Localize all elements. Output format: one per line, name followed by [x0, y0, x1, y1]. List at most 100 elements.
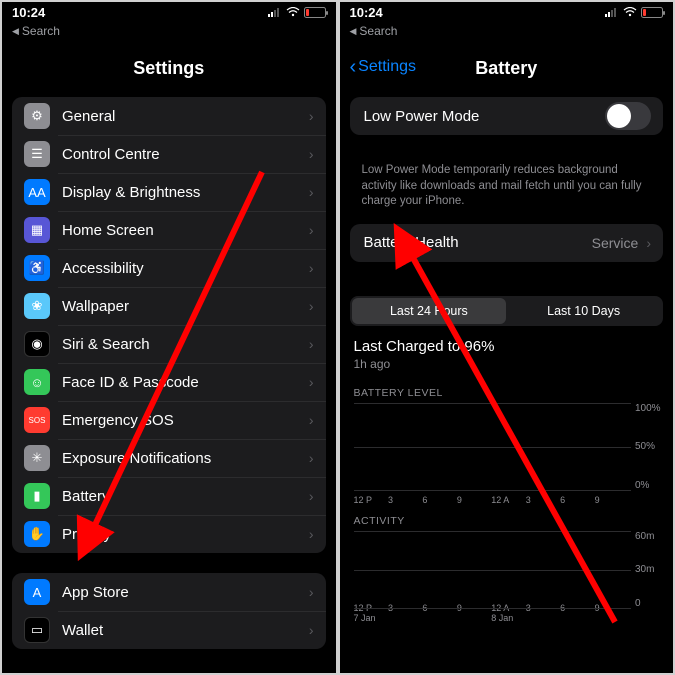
- battery-health-label: Battery Health: [364, 234, 592, 251]
- row-label: App Store: [62, 584, 309, 601]
- chevron-right-icon: ›: [309, 222, 314, 238]
- ytick: 0%: [635, 480, 661, 491]
- chevron-right-icon: ›: [309, 450, 314, 466]
- page-title: Settings: [2, 44, 336, 97]
- page-title: ‹ Settings Battery: [340, 44, 674, 97]
- battery-level-chart: 100% 50% 0% 12 P36912 A369: [354, 403, 660, 505]
- low-power-label: Low Power Mode: [364, 108, 606, 125]
- settings-screen: 10:24 ◀ Search Settings ⚙General›☰Contro…: [2, 2, 336, 673]
- status-icons: [605, 5, 663, 20]
- settings-group-main: ⚙General›☰Control Centre›AADisplay & Bri…: [12, 97, 326, 553]
- activity-title: ACTIVITY: [340, 509, 674, 531]
- chevron-left-icon: ‹: [350, 60, 357, 74]
- settings-row-emergency-sos[interactable]: SOSEmergency SOS›: [12, 401, 326, 439]
- row-label: Home Screen: [62, 222, 309, 239]
- row-label: Display & Brightness: [62, 184, 309, 201]
- ytick: 30m: [635, 564, 661, 575]
- time-range-segment[interactable]: Last 24 Hours Last 10 Days: [350, 296, 664, 326]
- breadcrumb-back[interactable]: ◀ Search: [2, 22, 336, 44]
- breadcrumb-label: Search: [359, 24, 397, 38]
- battery-health-group: Battery Health Service ›: [350, 224, 664, 262]
- chevron-right-icon: ›: [309, 108, 314, 124]
- chevron-right-icon: ›: [309, 336, 314, 352]
- settings-row-wallpaper[interactable]: ❀Wallpaper›: [12, 287, 326, 325]
- wallet-icon: ▭: [24, 617, 50, 643]
- switches-icon: ☰: [24, 141, 50, 167]
- chevron-right-icon: ›: [309, 412, 314, 428]
- date-tick: 8 Jan: [491, 613, 525, 623]
- xtick: 6: [560, 495, 594, 505]
- grid-icon: ▦: [24, 217, 50, 243]
- row-label: Wallet: [62, 622, 309, 639]
- settings-row-home-screen[interactable]: ▦ Home Screen›: [12, 211, 326, 249]
- xtick: 9: [457, 495, 491, 505]
- gear-icon: ⚙: [24, 103, 50, 129]
- segment-10d[interactable]: Last 10 Days: [506, 298, 661, 324]
- accessibility-icon: ♿: [24, 255, 50, 281]
- battery-health-value: Service: [592, 235, 639, 251]
- battery-health-row[interactable]: Battery Health Service ›: [350, 224, 664, 262]
- chevron-right-icon: ›: [309, 584, 314, 600]
- flower-icon: ❀: [24, 293, 50, 319]
- battery-status-icon: [304, 7, 326, 18]
- row-label: Privacy: [62, 526, 309, 543]
- caret-left-icon: ◀: [12, 26, 19, 37]
- date-tick: 7 Jan: [354, 613, 388, 623]
- brightness-icon: AA: [24, 179, 50, 205]
- status-time: 10:24: [350, 5, 383, 20]
- last-charged-sub: 1h ago: [340, 355, 674, 381]
- settings-row-privacy[interactable]: ✋ Privacy›: [12, 515, 326, 553]
- chevron-right-icon: ›: [309, 526, 314, 542]
- battery-status-icon: [641, 7, 663, 18]
- siri-icon: ◉: [24, 331, 50, 357]
- battery-screen: 10:24 ◀ Search ‹ Settings Battery Low Po…: [340, 2, 674, 673]
- settings-row-accessibility[interactable]: ♿Accessibility›: [12, 249, 326, 287]
- xtick: 6: [422, 495, 456, 505]
- settings-group-store: AApp Store›▭Wallet›: [12, 573, 326, 649]
- row-label: General: [62, 108, 309, 125]
- caret-left-icon: ◀: [350, 26, 357, 37]
- xtick: 3: [526, 495, 560, 505]
- settings-row-app-store[interactable]: A App Store›: [12, 573, 326, 611]
- status-time: 10:24: [12, 5, 45, 20]
- nav-back-settings[interactable]: ‹ Settings: [350, 58, 416, 76]
- cellular-icon: [268, 7, 282, 17]
- exposure-icon: ✳: [24, 445, 50, 471]
- breadcrumb-label: Search: [22, 24, 60, 38]
- cellular-icon: [605, 7, 619, 17]
- activity-chart: 60m 30m 0 12 P36912 A369 7 Jan 8 Jan: [354, 531, 660, 623]
- settings-row-face-id-passcode[interactable]: ☺Face ID & Passcode›: [12, 363, 326, 401]
- settings-row-wallet[interactable]: ▭ Wallet›: [12, 611, 326, 649]
- settings-row-control-centre[interactable]: ☰ Control Centre›: [12, 135, 326, 173]
- settings-row-display-brightness[interactable]: AA Display & Brightness›: [12, 173, 326, 211]
- status-bar: 10:24: [2, 2, 336, 22]
- hand-icon: ✋: [24, 521, 50, 547]
- battery-icon: ▮: [24, 483, 50, 509]
- settings-row-battery[interactable]: ▮ Battery›: [12, 477, 326, 515]
- chevron-right-icon: ›: [309, 184, 314, 200]
- low-power-row: Low Power Mode: [350, 97, 664, 135]
- settings-row-general[interactable]: ⚙ General›: [12, 97, 326, 135]
- settings-row-exposure-notifications[interactable]: ✳Exposure Notifications›: [12, 439, 326, 477]
- xtick: 9: [595, 495, 629, 505]
- row-label: Control Centre: [62, 146, 309, 163]
- chevron-right-icon: ›: [309, 146, 314, 162]
- xtick: 12 A: [491, 495, 525, 505]
- segment-24h[interactable]: Last 24 Hours: [352, 298, 507, 324]
- faceid-icon: ☺: [24, 369, 50, 395]
- low-power-desc: Low Power Mode temporarily reduces backg…: [340, 155, 674, 224]
- row-label: Face ID & Passcode: [62, 374, 309, 391]
- low-power-toggle[interactable]: [605, 102, 651, 130]
- row-label: Wallpaper: [62, 298, 309, 315]
- xtick: 3: [388, 495, 422, 505]
- wifi-icon: [623, 5, 637, 20]
- chevron-right-icon: ›: [309, 622, 314, 638]
- row-label: Battery: [62, 488, 309, 505]
- ytick: 50%: [635, 441, 661, 452]
- appstore-icon: A: [24, 579, 50, 605]
- row-label: Siri & Search: [62, 336, 309, 353]
- xtick: 12 P: [354, 495, 388, 505]
- chevron-right-icon: ›: [309, 488, 314, 504]
- breadcrumb-back[interactable]: ◀ Search: [340, 22, 674, 44]
- settings-row-siri-search[interactable]: ◉ Siri & Search›: [12, 325, 326, 363]
